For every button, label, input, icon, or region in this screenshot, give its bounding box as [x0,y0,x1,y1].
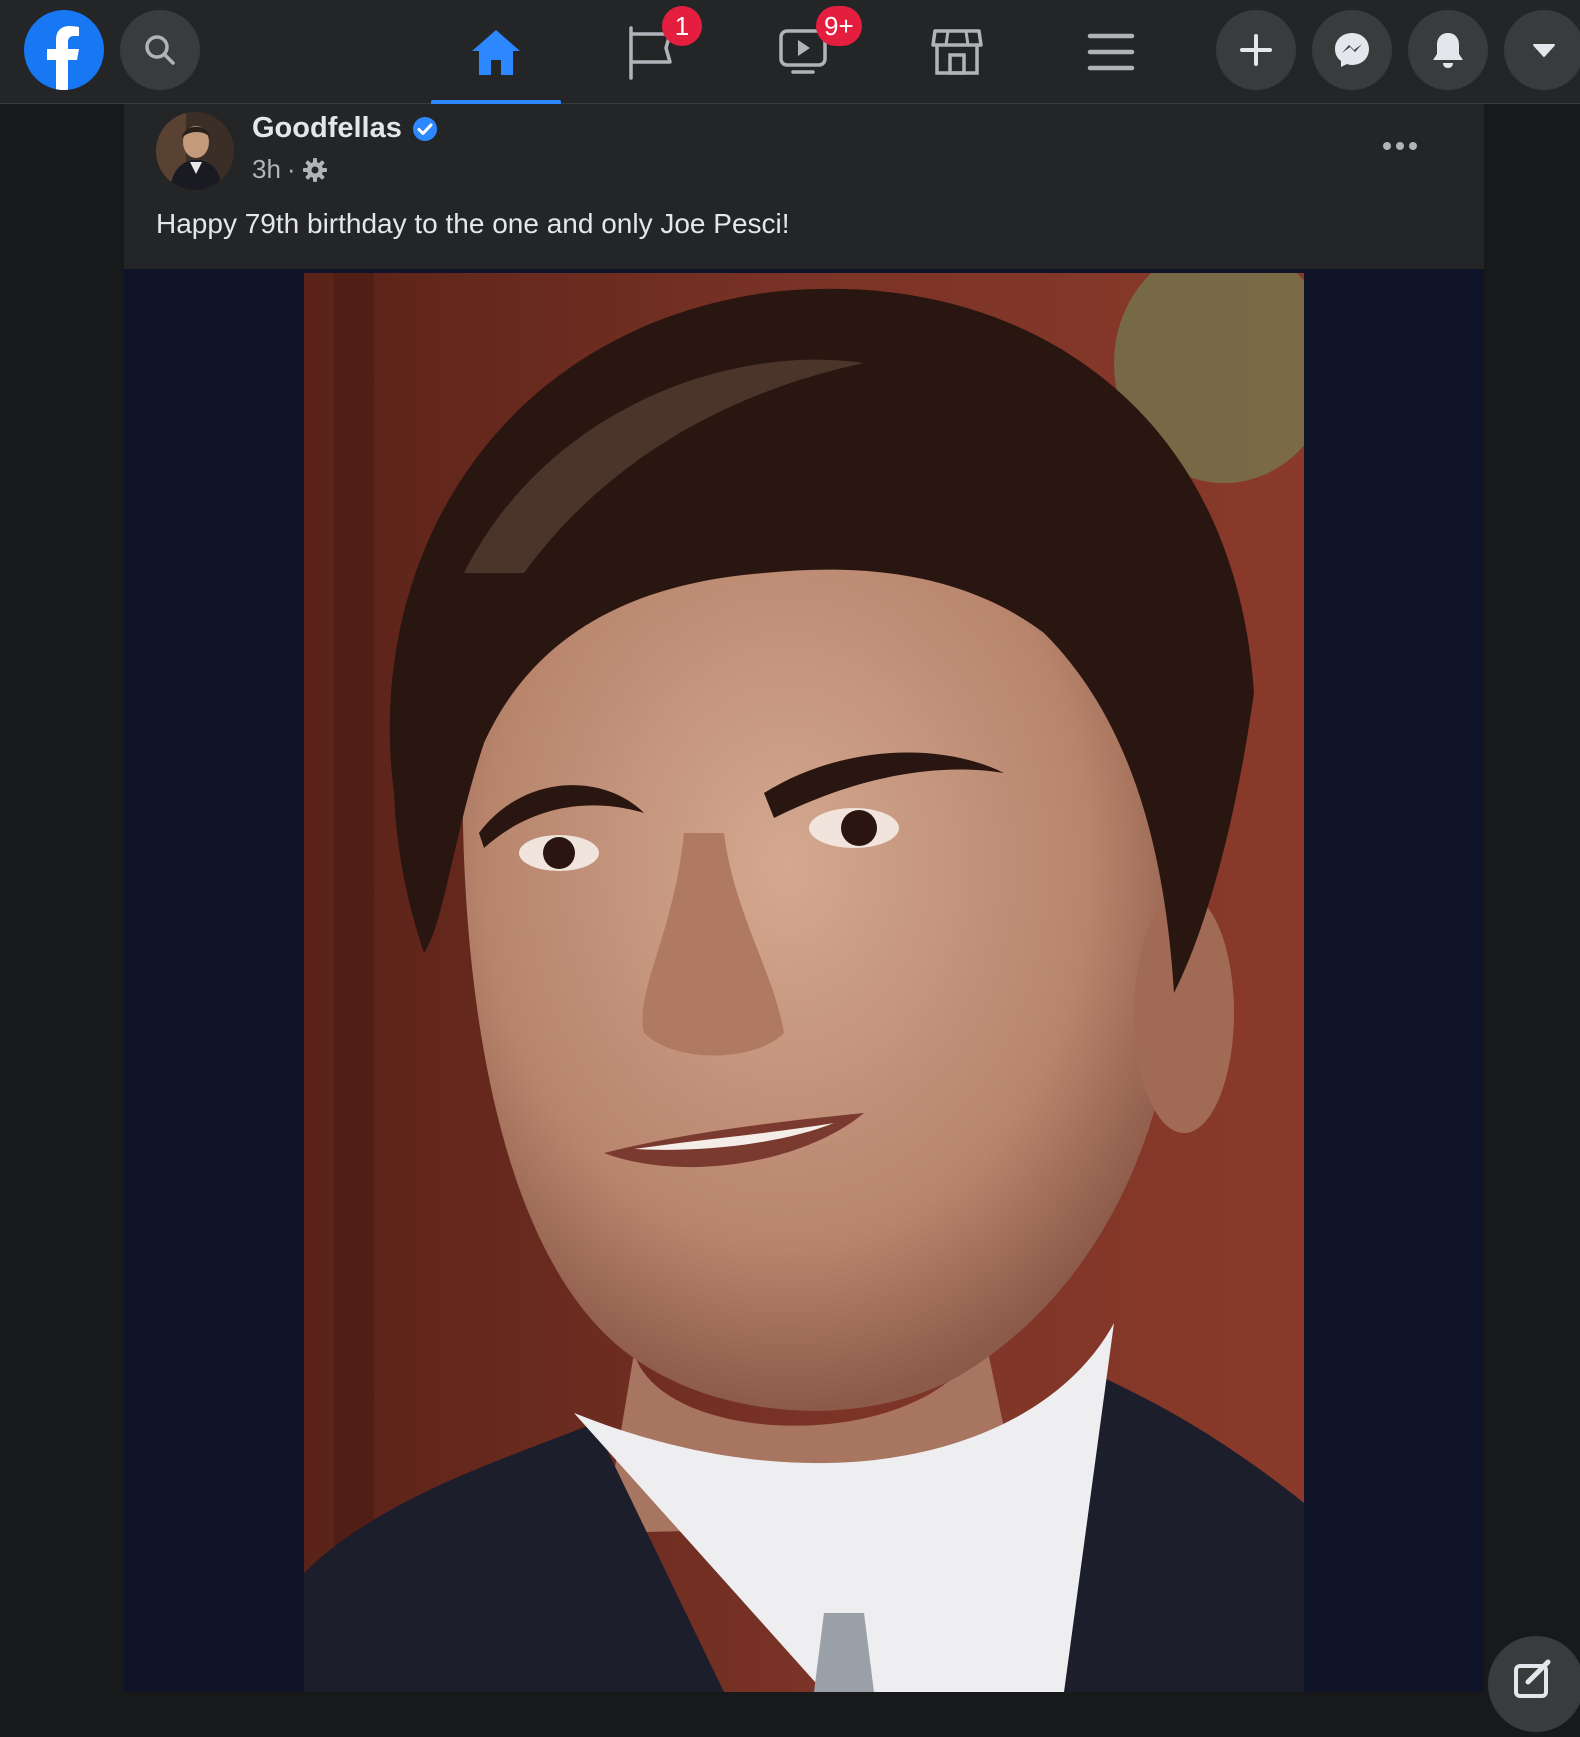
messenger-button[interactable] [1312,10,1392,90]
post-timestamp[interactable]: 3h [252,154,281,185]
meta-separator: · [286,154,296,184]
compose-icon [1514,1659,1551,1698]
post-author[interactable]: Goodfellas [252,112,438,145]
post-options-button[interactable] [1370,124,1430,168]
search-button[interactable] [120,10,200,90]
tab-marketplace[interactable] [892,0,1022,104]
post-meta: 3h · [252,154,328,185]
author-name[interactable]: Goodfellas [252,112,402,145]
tab-menu[interactable] [1046,0,1176,104]
page-avatar[interactable] [156,112,234,190]
notifications-button[interactable] [1408,10,1488,90]
new-message-button[interactable] [1488,1636,1580,1732]
facebook-logo-icon[interactable] [24,10,104,90]
account-menu-button[interactable] [1504,10,1580,90]
more-options-icon [1383,142,1417,150]
watch-notification-badge: 9+ [816,6,862,46]
post-photo[interactable] [304,273,1304,1692]
feed-post: Goodfellas 3h · Happy 79th birthday to t… [124,104,1484,1692]
caret-down-icon [1533,44,1555,57]
post-text: Happy 79th birthday to the one and only … [156,208,790,239]
bell-icon [1433,33,1463,68]
tab-pages[interactable]: 1 [586,0,716,104]
plus-icon [1240,34,1272,66]
store-icon [931,29,983,75]
verified-badge-icon [412,116,437,141]
top-navigation-bar: 1 9+ [0,0,1580,105]
post-media [124,269,1484,1692]
messenger-icon [1335,33,1369,67]
pages-notification-badge: 1 [662,6,702,46]
gear-icon[interactable] [302,157,328,183]
tab-watch[interactable]: 9+ [738,0,868,104]
hamburger-icon [1087,33,1135,71]
home-icon [472,30,520,75]
search-icon [145,35,175,65]
tab-home[interactable] [431,0,561,105]
create-button[interactable] [1216,10,1296,90]
